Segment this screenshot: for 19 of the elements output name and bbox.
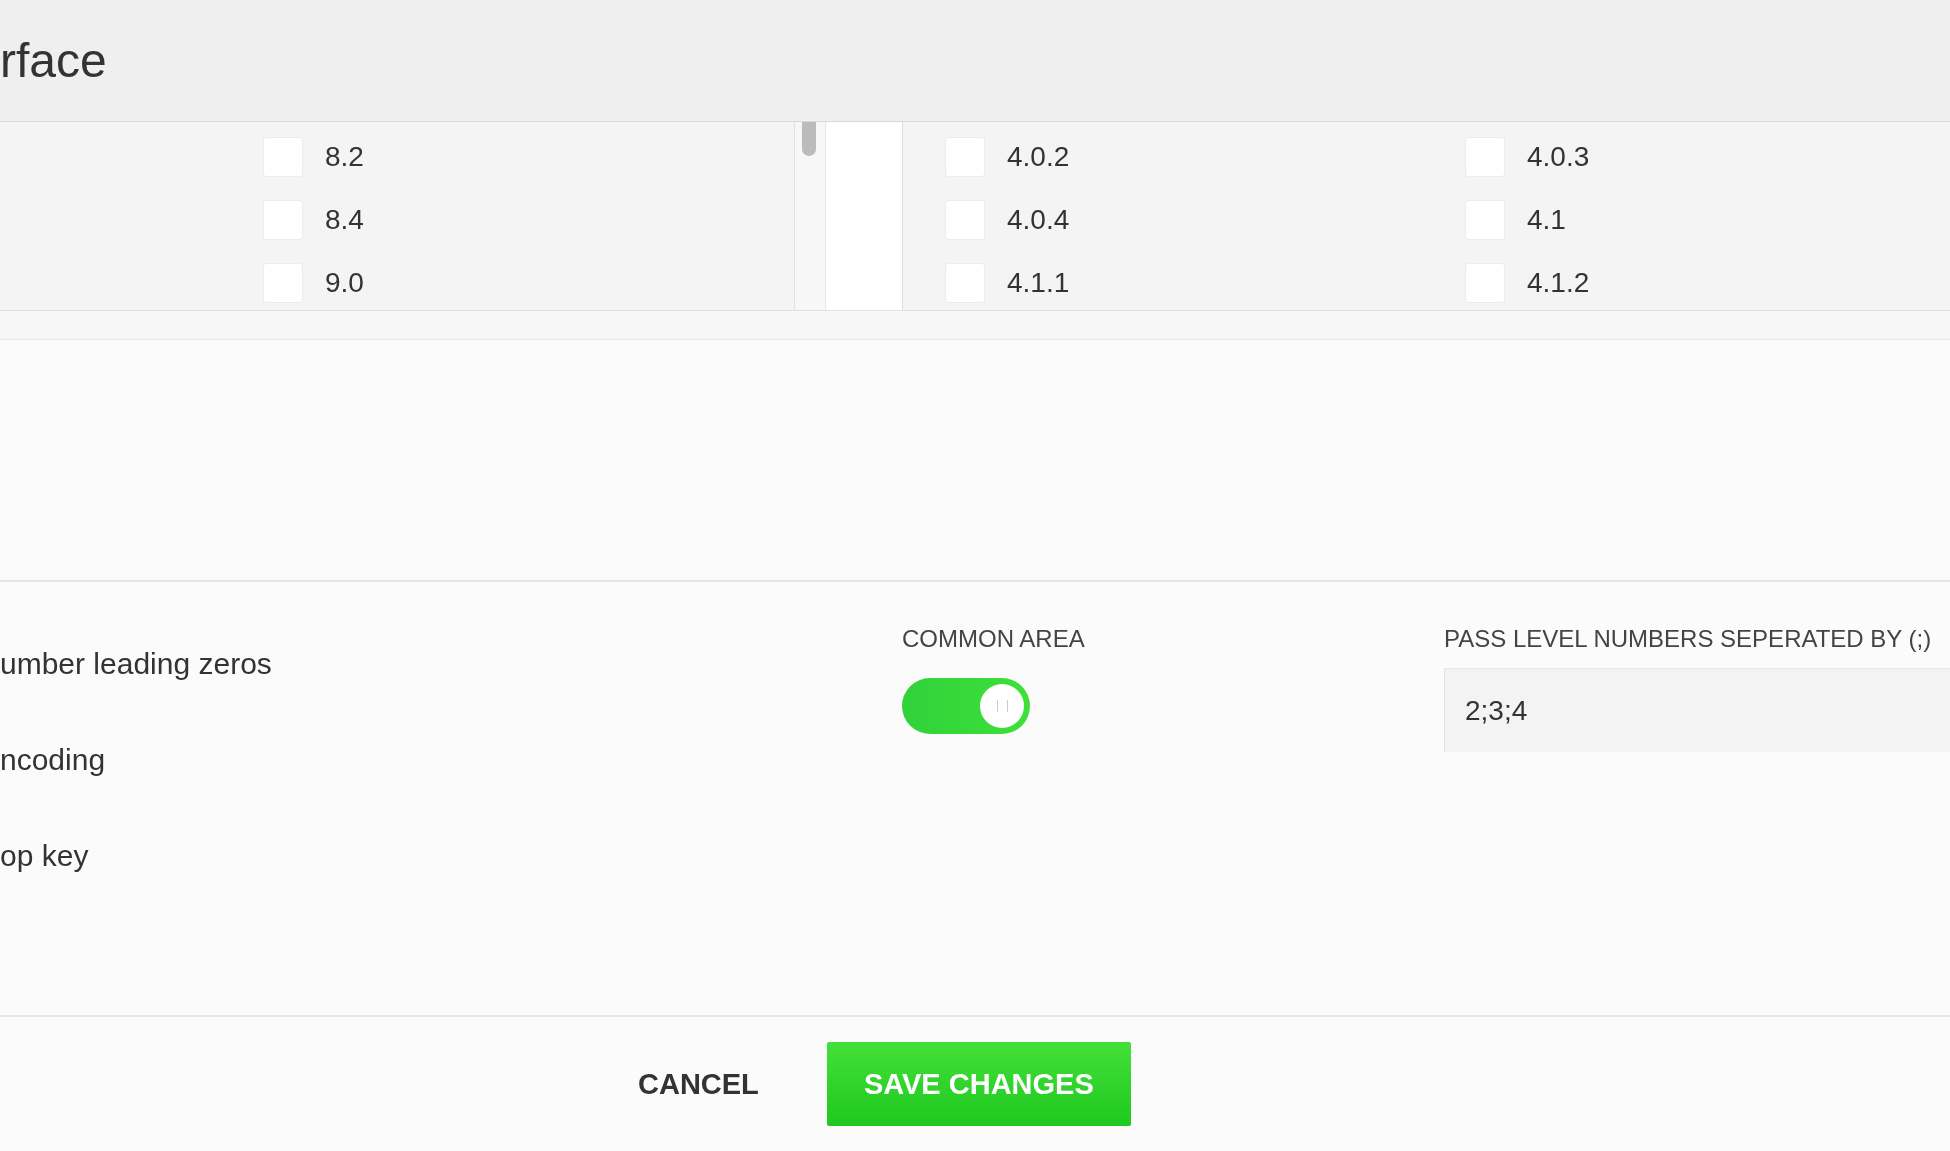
setting-label: umber leading zeros <box>0 646 273 682</box>
checkbox-label: 4.1 <box>1527 204 1566 236</box>
checkbox-label: 9.0 <box>325 267 364 299</box>
setting-label: ncoding <box>0 742 107 778</box>
checkbox-label: 4.0.2 <box>1007 141 1070 173</box>
checkbox-label: 4.0.4 <box>1007 204 1070 236</box>
checkbox-label: 8.2 <box>325 141 364 173</box>
field-label: PASS LEVEL NUMBERS SEPERATED BY (;) <box>1444 624 1933 654</box>
checkbox-label: 8.4 <box>325 204 364 236</box>
input-field[interactable]: 2;3;4 <box>1444 668 1950 752</box>
cancel-button[interactable]: CANCEL <box>600 1047 797 1121</box>
field-label: COMMON AREA <box>902 624 1086 654</box>
window-title: rface <box>0 33 107 88</box>
setting-label: op key <box>0 838 90 874</box>
scrollbar-thumb[interactable] <box>802 122 816 156</box>
checkbox-label: 4.0.3 <box>1527 141 1590 173</box>
checkbox-label: 4.1.2 <box>1527 267 1590 299</box>
toggle-switch[interactable] <box>902 678 1030 734</box>
checkbox-label: 4.1.1 <box>1007 267 1070 299</box>
